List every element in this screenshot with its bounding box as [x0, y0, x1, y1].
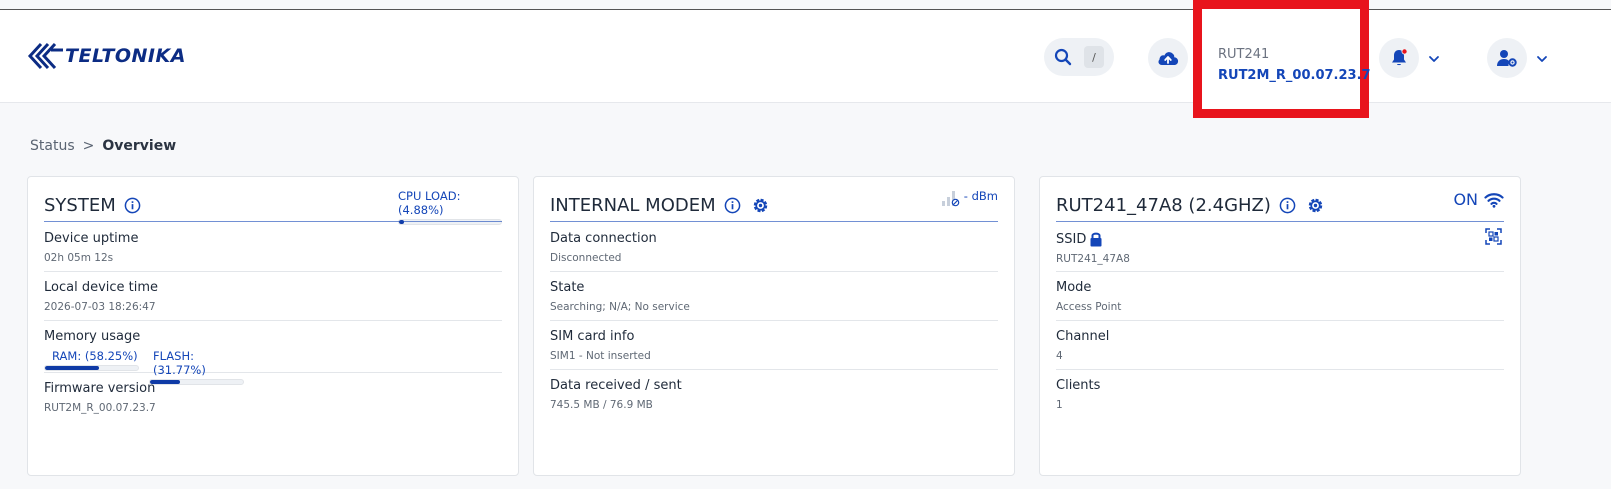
row-value: RUT2M_R_00.07.23.7 — [44, 402, 156, 414]
row-label: SSID — [1056, 231, 1087, 247]
chevron-down-icon[interactable] — [1535, 52, 1549, 66]
row-value: Searching; N/A; No service — [550, 301, 690, 313]
system-card: SYSTEM CPU LOAD: (4.88%) Device uptime 0… — [27, 176, 519, 476]
row-value: 2026-07-03 18:26:47 — [44, 301, 156, 313]
row-label: Device uptime — [44, 231, 139, 246]
system-card-title: SYSTEM — [44, 195, 141, 216]
search-shortcut-key: / — [1084, 46, 1104, 68]
title-divider — [1056, 221, 1504, 222]
row-label: State — [550, 280, 585, 295]
wifi-icon — [1484, 192, 1504, 208]
wifi-title-text: RUT241_47A8 (2.4GHZ) — [1056, 195, 1271, 216]
wifi-status-text: ON — [1453, 190, 1478, 209]
ram-label: RAM: (58.25%) — [52, 349, 138, 363]
list-item: Mode Access Point — [1056, 272, 1504, 321]
list-item: Channel 4 — [1056, 321, 1504, 370]
upload-cloud-icon — [1158, 52, 1179, 65]
info-icon[interactable] — [724, 197, 741, 214]
ssid-label-group: SSID — [1056, 231, 1504, 247]
row-value: SIM1 - Not inserted — [550, 350, 651, 362]
list-item: SIM card info SIM1 - Not inserted — [550, 321, 998, 370]
bell-icon — [1392, 48, 1408, 66]
modem-card-title: INTERNAL MODEM — [550, 195, 770, 216]
teltonika-logo[interactable]: TELTONIKA — [27, 41, 186, 71]
title-divider — [550, 221, 998, 222]
cpu-load-label: CPU LOAD: (4.88%) — [398, 189, 461, 217]
row-label: Memory usage — [44, 329, 141, 344]
wifi-card: RUT241_47A8 (2.4GHZ) ON SSID RUT241_47A8… — [1039, 176, 1521, 476]
wifi-card-title: RUT241_47A8 (2.4GHZ) — [1056, 195, 1325, 216]
qr-code-icon[interactable] — [1485, 228, 1502, 245]
search-button[interactable]: / — [1044, 38, 1114, 76]
info-icon[interactable] — [1279, 197, 1296, 214]
teltonika-logo-mark-icon — [27, 42, 63, 70]
search-icon — [1054, 48, 1072, 66]
signal-icon — [941, 191, 960, 207]
signal-dbm: - dBm — [963, 189, 998, 203]
row-label: Clients — [1056, 378, 1101, 393]
firmware-upload-button[interactable] — [1148, 38, 1188, 78]
row-value: 745.5 MB / 76.9 MB — [550, 399, 653, 411]
breadcrumb-status[interactable]: Status — [30, 138, 75, 154]
list-item: Device uptime 02h 05m 12s — [44, 223, 502, 272]
list-item: Local device time 2026-07-03 18:26:47 — [44, 272, 502, 321]
ram-bar-fill — [45, 366, 100, 370]
gear-icon[interactable] — [751, 196, 770, 215]
top-header: TELTONIKA / — [0, 10, 1611, 103]
user-menu-button[interactable] — [1487, 38, 1527, 78]
list-item: Clients 1 — [1056, 370, 1504, 419]
row-value: 1 — [1056, 399, 1063, 411]
device-firmware-link[interactable]: RUT2M_R_00.07.23.7 — [1218, 68, 1371, 83]
cpu-load: CPU LOAD: (4.88%) — [398, 189, 502, 225]
row-label: SIM card info — [550, 329, 635, 344]
row-value: Disconnected — [550, 252, 622, 264]
row-label: Firmware version — [44, 381, 156, 396]
notifications-button[interactable] — [1379, 38, 1419, 78]
modem-title-text: INTERNAL MODEM — [550, 195, 716, 216]
device-info-highlight[interactable]: RUT241 RUT2M_R_00.07.23.7 — [1193, 0, 1371, 118]
row-label: Data connection — [550, 231, 657, 246]
signal-strength: - dBm — [941, 189, 998, 207]
title-divider — [44, 221, 502, 222]
notification-dot-icon — [1401, 48, 1408, 55]
list-item: Data connection Disconnected — [550, 223, 998, 272]
list-item: Firmware version RUT2M_R_00.07.23.7 — [44, 373, 502, 425]
info-icon[interactable] — [124, 197, 141, 214]
brand-name: TELTONIKA — [65, 45, 186, 67]
device-model: RUT241 — [1218, 47, 1270, 62]
row-value: Access Point — [1056, 301, 1122, 313]
gear-icon[interactable] — [1306, 196, 1325, 215]
wifi-status: ON — [1453, 190, 1504, 209]
chevron-down-icon[interactable] — [1427, 52, 1441, 66]
row-label: Channel — [1056, 329, 1110, 344]
breadcrumb-separator-icon: > — [82, 138, 95, 154]
breadcrumb-overview: Overview — [102, 138, 177, 154]
user-settings-icon — [1497, 50, 1517, 67]
row-label: Data received / sent — [550, 378, 682, 393]
system-title-text: SYSTEM — [44, 195, 116, 216]
ssid-row: SSID RUT241_47A8 — [1056, 223, 1504, 272]
row-value: 02h 05m 12s — [44, 252, 114, 264]
lock-icon — [1090, 232, 1102, 247]
internal-modem-card: INTERNAL MODEM - dBm Data connection Dis… — [533, 176, 1015, 476]
memory-usage-row: Memory usage RAM: (58.25%) FLASH: (31.77… — [44, 321, 502, 385]
row-value: 4 — [1056, 350, 1063, 362]
list-item: Data received / sent 745.5 MB / 76.9 MB — [550, 370, 998, 419]
row-value: RUT241_47A8 — [1056, 253, 1130, 265]
row-label: Mode — [1056, 280, 1092, 295]
row-label: Local device time — [44, 280, 159, 295]
ram-bar — [44, 365, 139, 371]
breadcrumb: Status > Overview — [30, 138, 176, 154]
list-item: State Searching; N/A; No service — [550, 272, 998, 321]
